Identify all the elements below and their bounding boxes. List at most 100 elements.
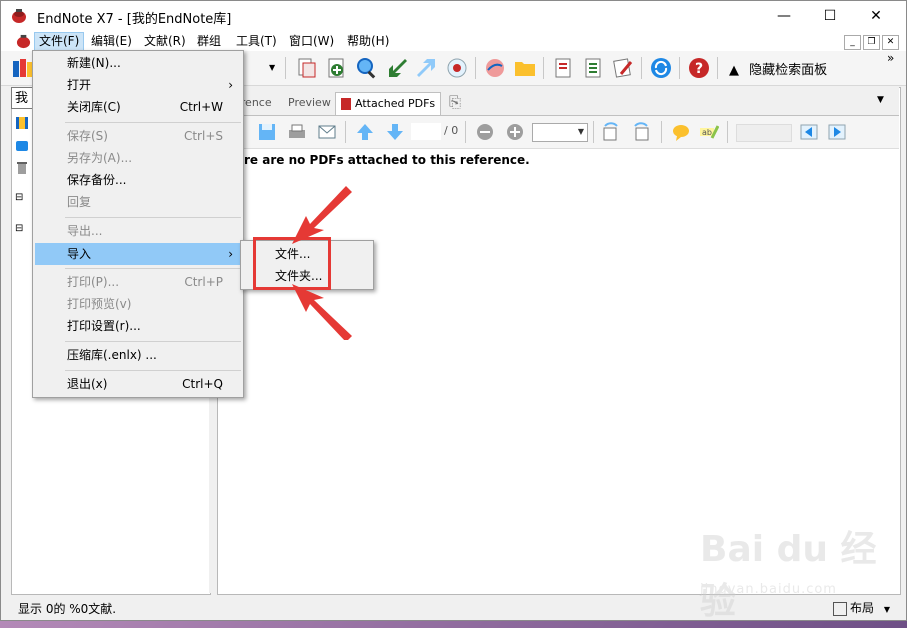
find-previous-icon[interactable] [799, 122, 819, 142]
no-pdf-message: re are no PDFs attached to this referenc… [244, 153, 530, 167]
open-file-icon[interactable] [513, 56, 537, 80]
menu-help[interactable]: 帮助(H) [343, 33, 393, 50]
tab-menu-arrow-icon[interactable]: ▼ [877, 95, 884, 105]
mdi-restore-button[interactable]: ❐ [863, 35, 880, 50]
rotate-left-icon[interactable] [601, 122, 621, 142]
file-menu-open[interactable]: 打开 › [35, 74, 241, 96]
trash-icon[interactable] [15, 161, 29, 175]
zoom-level-select[interactable]: ▼ [532, 123, 588, 142]
insert-citation-icon[interactable] [551, 56, 575, 80]
tab-attached-pdfs[interactable]: Attached PDFs [335, 92, 442, 115]
menu-groups[interactable]: 群组 [193, 33, 225, 50]
menu-label: 保存(S) [67, 129, 108, 143]
export-arrow-icon[interactable] [415, 56, 439, 80]
sync-icon[interactable] [649, 56, 673, 80]
pdf-icon [341, 98, 351, 110]
menu-label: 退出(x) [67, 377, 108, 391]
file-menu-revert[interactable]: 回复 [35, 191, 241, 213]
file-menu-close-library[interactable]: 关闭库(C) Ctrl+W [35, 96, 241, 118]
page-number-input[interactable] [411, 123, 441, 140]
save-icon[interactable] [257, 122, 277, 142]
file-menu-save-backup[interactable]: 保存备份... [35, 169, 241, 191]
menu-references[interactable]: 文献(R) [140, 33, 190, 50]
title-bar: EndNote X7 - [我的EndNote库] — ☐ ✕ [1, 1, 906, 31]
new-reference-icon[interactable] [325, 56, 349, 80]
toolbar-overflow-icon[interactable]: » [887, 51, 894, 65]
pdf-find-input[interactable] [736, 124, 792, 142]
print-icon[interactable] [287, 122, 307, 142]
menu-separator [65, 341, 241, 342]
file-menu-new[interactable]: 新建(N)... [35, 52, 241, 74]
watermark-url: jingyan.baidu.com [700, 582, 837, 597]
menu-edit[interactable]: 编辑(E) [87, 33, 136, 50]
find-next-icon[interactable] [827, 122, 847, 142]
menu-label: 打开 [67, 78, 92, 92]
menu-separator [65, 370, 241, 371]
maximize-button[interactable]: ☐ [807, 1, 853, 31]
help-icon[interactable]: ? [687, 56, 711, 80]
zoom-out-icon[interactable] [475, 122, 495, 142]
menu-label: 关闭库(C) [67, 100, 121, 114]
library-search-input[interactable]: 我 [11, 87, 33, 109]
tab-preview[interactable]: Preview [283, 92, 336, 114]
highlight-icon[interactable]: ab [699, 122, 719, 142]
find-full-text-icon[interactable] [445, 56, 469, 80]
format-bibliography-icon[interactable] [581, 56, 605, 80]
file-menu-print-preview[interactable]: 打印预览(v) [35, 293, 241, 315]
open-link-icon[interactable] [483, 56, 507, 80]
online-search-icon[interactable] [355, 56, 379, 80]
file-menu-save-as[interactable]: 另存为(A)... [35, 147, 241, 169]
file-menu-compress-library[interactable]: 压缩库(.enlx) ... [35, 344, 241, 366]
email-icon[interactable] [317, 122, 337, 142]
paperclip-icon[interactable]: ⎘ [449, 93, 461, 111]
menu-label: 压缩库(.enlx) ... [67, 348, 157, 362]
hide-search-panel-label: 隐藏检索面板 [749, 63, 828, 78]
collapse-group-icon[interactable]: ⊟ [15, 223, 23, 234]
tab-attached-pdfs-label: Attached PDFs [355, 97, 436, 110]
file-menu-print-setup[interactable]: 打印设置(r)... [35, 315, 241, 337]
menu-label: 保存备份... [67, 173, 127, 187]
mdi-minimize-button[interactable]: _ [844, 35, 861, 50]
endnote-app-icon [12, 9, 26, 23]
baidu-watermark: Bai du 经验 jingyan.baidu.com [700, 520, 900, 622]
file-menu-exit[interactable]: 退出(x) Ctrl+Q [35, 373, 241, 395]
all-references-icon[interactable] [15, 116, 29, 130]
sticky-note-icon[interactable] [671, 122, 691, 142]
previous-page-icon[interactable] [355, 122, 375, 142]
menu-separator [65, 268, 241, 269]
next-page-icon[interactable] [385, 122, 405, 142]
menu-file[interactable]: 文件(F) [34, 32, 85, 51]
manuscript-icon[interactable] [611, 56, 635, 80]
file-menu-import[interactable]: 导入 › [35, 243, 241, 265]
file-menu: 新建(N)... 打开 › 关闭库(C) Ctrl+W 保存(S) Ctrl+S 另存… [32, 50, 244, 398]
reference-tabs: erence Preview Attached PDFs ⎘ ▼ [217, 87, 899, 116]
toolbar-separator [679, 57, 680, 79]
rotate-right-icon[interactable] [631, 122, 651, 142]
file-menu-save[interactable]: 保存(S) Ctrl+S [35, 125, 241, 147]
copy-reference-icon[interactable] [295, 56, 319, 80]
zoom-in-icon[interactable] [505, 122, 525, 142]
file-menu-print[interactable]: 打印(P)... Ctrl+P [35, 271, 241, 293]
toolbar-separator [543, 57, 544, 79]
page-total: / 0 [444, 124, 459, 137]
toolbar-separator [475, 57, 476, 79]
menu-separator [65, 217, 241, 218]
menu-shortcut: Ctrl+P [184, 275, 223, 289]
watermark-logo-text: Bai du 经验 [700, 529, 877, 622]
hide-search-panel-button[interactable]: ▲ 隐藏检索面板 [729, 59, 827, 78]
document-icon [16, 34, 31, 49]
toolbar-separator [641, 57, 642, 79]
import-arrow-icon[interactable] [385, 56, 409, 80]
menu-label: 另存为(A)... [67, 151, 133, 165]
menu-window[interactable]: 窗口(W) [285, 33, 338, 50]
menu-shortcut: Ctrl+W [179, 100, 223, 114]
unfiled-icon[interactable] [15, 139, 29, 153]
toolbar-separator [285, 57, 286, 79]
file-menu-export[interactable]: 导出... [35, 220, 241, 242]
style-dropdown-arrow-icon[interactable]: ▼ [269, 63, 275, 72]
collapse-group-icon[interactable]: ⊟ [15, 192, 23, 203]
mdi-close-button[interactable]: ✕ [882, 35, 899, 50]
menu-tools[interactable]: 工具(T) [232, 33, 281, 50]
close-button[interactable]: ✕ [853, 1, 899, 31]
minimize-button[interactable]: — [761, 1, 807, 31]
